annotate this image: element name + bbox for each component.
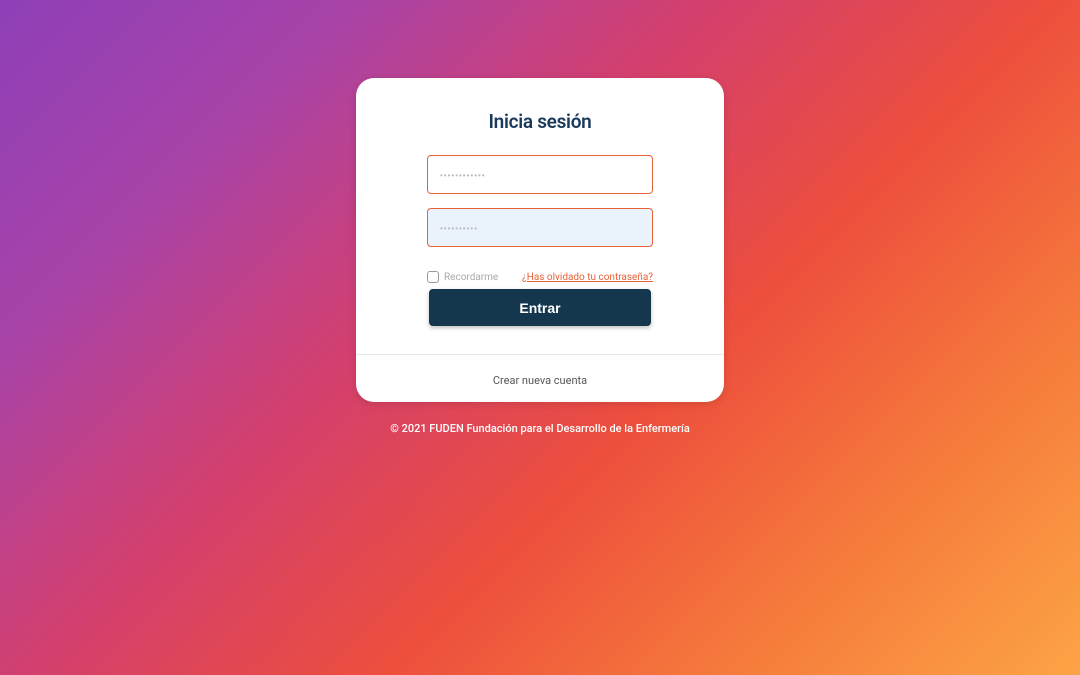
copyright-text: © 2021 FUDEN Fundación para el Desarroll… <box>390 422 690 435</box>
login-card-footer: Crear nueva cuenta <box>356 354 724 402</box>
login-options-row: Recordarme ¿Has olvidado tu contraseña? <box>427 271 653 283</box>
login-card: Inicia sesión Recordarme ¿Has olvidado t… <box>356 78 724 402</box>
username-input[interactable] <box>427 155 653 194</box>
remember-me-label: Recordarme <box>444 272 498 283</box>
password-input[interactable] <box>427 208 653 247</box>
forgot-password-link[interactable]: ¿Has olvidado tu contraseña? <box>522 272 653 283</box>
login-title: Inicia sesión <box>489 110 592 133</box>
login-card-body: Inicia sesión Recordarme ¿Has olvidado t… <box>356 78 724 354</box>
remember-me-wrap: Recordarme <box>427 271 498 283</box>
create-account-link[interactable]: Crear nueva cuenta <box>493 374 587 387</box>
login-submit-button[interactable]: Entrar <box>429 289 651 326</box>
remember-me-checkbox[interactable] <box>427 271 439 283</box>
